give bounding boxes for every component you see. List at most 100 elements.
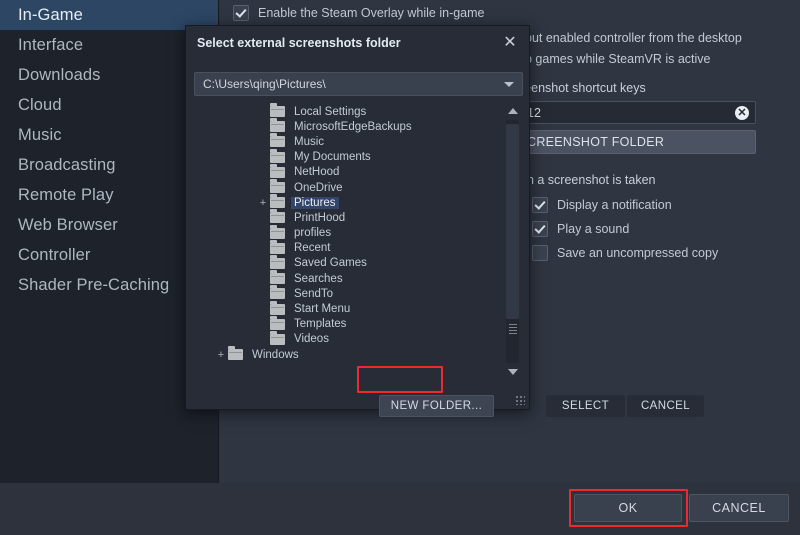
tree-expander[interactable]: + bbox=[256, 197, 270, 209]
sidebar-item-label: Shader Pre-Caching bbox=[18, 276, 169, 294]
enable-steam-overlay-checkbox[interactable] bbox=[233, 5, 249, 21]
folder-icon bbox=[270, 106, 285, 117]
dialog-titlebar: Select external screenshots folder ✕ bbox=[186, 26, 529, 60]
folder-tree-scrollbar[interactable] bbox=[502, 102, 523, 381]
tree-item[interactable]: OneDrive bbox=[194, 180, 501, 195]
folder-icon bbox=[270, 167, 285, 178]
display-notification-row[interactable]: Display a notification bbox=[532, 197, 672, 213]
when-screenshot-taken-label: en a screenshot is taken bbox=[520, 173, 656, 187]
steamvr-text-clipped: p games while SteamVR is active bbox=[525, 52, 711, 66]
chevron-down-icon[interactable] bbox=[496, 73, 522, 95]
tree-item[interactable]: profiles bbox=[194, 226, 501, 241]
tree-item[interactable]: Start Menu bbox=[194, 301, 501, 316]
folder-icon bbox=[270, 212, 285, 223]
display-notification-checkbox[interactable] bbox=[532, 197, 548, 213]
ok-button[interactable]: OK bbox=[574, 494, 682, 522]
folder-icon bbox=[270, 228, 285, 239]
folder-tree-rows: Local Settings MicrosoftEdgeBackups Musi… bbox=[194, 104, 501, 362]
folder-icon bbox=[270, 258, 285, 269]
play-sound-checkbox[interactable] bbox=[532, 221, 548, 237]
tree-item-label: Templates bbox=[291, 318, 349, 330]
tree-item[interactable]: Music bbox=[194, 134, 501, 149]
folder-icon bbox=[270, 197, 285, 208]
play-sound-label: Play a sound bbox=[557, 222, 629, 236]
tree-item-label: SendTo bbox=[291, 288, 336, 300]
close-icon[interactable]: ✕ bbox=[499, 32, 521, 54]
folder-icon bbox=[270, 152, 285, 163]
tree-item-label: profiles bbox=[291, 227, 334, 239]
folder-icon bbox=[270, 304, 285, 315]
folder-path-value: C:\Users\qing\Pictures\ bbox=[195, 77, 496, 91]
tree-item[interactable]: PrintHood bbox=[194, 210, 501, 225]
folder-path-combobox[interactable]: C:\Users\qing\Pictures\ bbox=[194, 72, 523, 96]
sidebar-item-label: Controller bbox=[18, 246, 91, 264]
screenshot-shortcut-keys-value: 12 bbox=[527, 106, 735, 120]
clear-x-icon[interactable]: ✕ bbox=[735, 106, 749, 120]
select-folder-dialog: Select external screenshots folder ✕ C:\… bbox=[185, 25, 530, 410]
tree-item[interactable]: NetHood bbox=[194, 165, 501, 180]
screenshot-shortcut-keys-input[interactable]: 12 ✕ bbox=[520, 101, 756, 124]
tree-item-windows[interactable]: + Windows bbox=[194, 347, 501, 362]
tree-item-label: NetHood bbox=[291, 166, 342, 178]
new-folder-button-label: NEW FOLDER... bbox=[391, 400, 482, 412]
screenshot-folder-button-label: CREENSHOT FOLDER bbox=[527, 135, 664, 149]
tree-item[interactable]: Recent bbox=[194, 241, 501, 256]
tree-item-label: Music bbox=[291, 136, 327, 148]
save-uncompressed-copy-checkbox[interactable] bbox=[532, 245, 548, 261]
scroll-up-arrow-icon[interactable] bbox=[502, 102, 523, 120]
tree-item-label: Pictures bbox=[291, 197, 339, 209]
enable-steam-overlay-row[interactable]: Enable the Steam Overlay while in-game bbox=[233, 5, 485, 21]
tree-item-label: Videos bbox=[291, 333, 332, 345]
select-button[interactable]: SELECT bbox=[546, 395, 625, 417]
sidebar-item-label: Broadcasting bbox=[18, 156, 116, 174]
save-uncompressed-copy-row[interactable]: Save an uncompressed copy bbox=[532, 245, 718, 261]
cancel-button-label: CANCEL bbox=[712, 501, 766, 515]
steam-settings-window: In-Game Interface Downloads Cloud Music … bbox=[0, 0, 800, 535]
tree-item-label: Saved Games bbox=[291, 257, 370, 269]
tree-item-pictures[interactable]: + Pictures bbox=[194, 195, 501, 210]
scrollbar-thumb[interactable] bbox=[506, 124, 519, 319]
folder-icon bbox=[270, 121, 285, 132]
desktop-controller-text-clipped: put enabled controller from the desktop bbox=[525, 31, 742, 45]
dialog-cancel-button[interactable]: CANCEL bbox=[627, 395, 704, 417]
tree-expander[interactable]: + bbox=[214, 349, 228, 361]
folder-icon bbox=[270, 319, 285, 330]
folder-icon bbox=[270, 288, 285, 299]
tree-item[interactable]: Saved Games bbox=[194, 256, 501, 271]
play-sound-row[interactable]: Play a sound bbox=[532, 221, 629, 237]
tree-item-label: Searches bbox=[291, 273, 346, 285]
tree-item[interactable]: SendTo bbox=[194, 286, 501, 301]
tree-item[interactable]: Local Settings bbox=[194, 104, 501, 119]
tree-item-label: PrintHood bbox=[291, 212, 348, 224]
folder-icon bbox=[270, 182, 285, 193]
tree-item[interactable]: MicrosoftEdgeBackups bbox=[194, 119, 501, 134]
enable-steam-overlay-label: Enable the Steam Overlay while in-game bbox=[258, 6, 485, 20]
cancel-button[interactable]: CANCEL bbox=[689, 494, 789, 522]
scroll-down-arrow-icon[interactable] bbox=[502, 363, 523, 381]
sidebar-item-label: Interface bbox=[18, 36, 83, 54]
new-folder-button[interactable]: NEW FOLDER... bbox=[379, 395, 494, 417]
tree-item[interactable]: My Documents bbox=[194, 150, 501, 165]
tree-item-label: Start Menu bbox=[291, 303, 353, 315]
tree-item[interactable]: Searches bbox=[194, 271, 501, 286]
tree-item[interactable]: Videos bbox=[194, 332, 501, 347]
sidebar-item-label: Web Browser bbox=[18, 216, 118, 234]
resize-grip-icon[interactable] bbox=[515, 395, 525, 405]
tree-item-label: My Documents bbox=[291, 151, 374, 163]
dialog-title: Select external screenshots folder bbox=[197, 36, 499, 50]
folder-tree[interactable]: Local Settings MicrosoftEdgeBackups Musi… bbox=[194, 102, 523, 381]
dialog-cancel-button-label: CANCEL bbox=[641, 400, 690, 412]
folder-icon bbox=[270, 334, 285, 345]
sidebar-item-label: Downloads bbox=[18, 66, 101, 84]
sidebar-item-label: Remote Play bbox=[18, 186, 114, 204]
sidebar-item-label: In-Game bbox=[18, 6, 83, 24]
screenshot-folder-button[interactable]: CREENSHOT FOLDER bbox=[518, 130, 756, 154]
sidebar-item-label: Music bbox=[18, 126, 62, 144]
tree-item[interactable]: Templates bbox=[194, 317, 501, 332]
sidebar-item-label: Cloud bbox=[18, 96, 62, 114]
select-button-label: SELECT bbox=[562, 400, 609, 412]
folder-icon bbox=[270, 273, 285, 284]
tree-item-label: Windows bbox=[249, 349, 302, 361]
folder-icon bbox=[270, 243, 285, 254]
scrollbar-grip-icon bbox=[509, 324, 517, 334]
